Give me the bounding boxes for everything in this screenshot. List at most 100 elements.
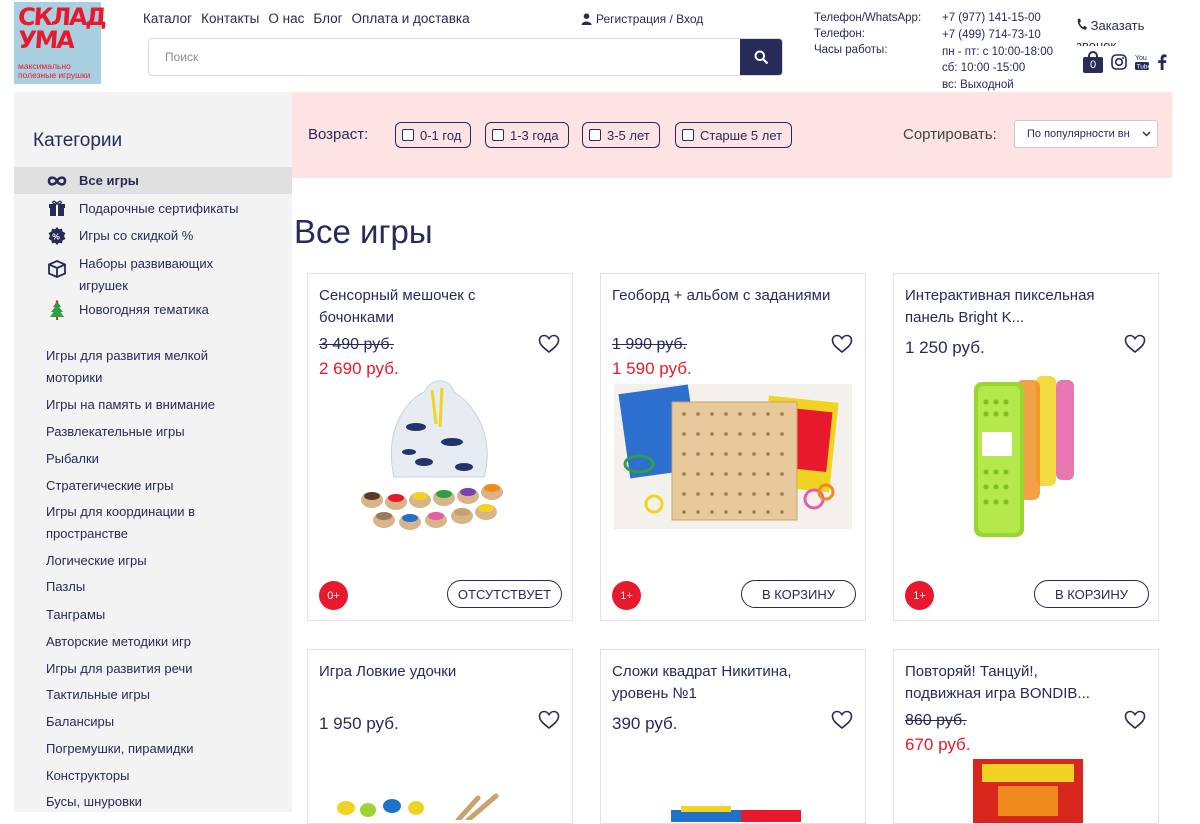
age-filter-5-plus[interactable]: Старше 5 лет — [675, 122, 793, 148]
heart-icon[interactable] — [538, 334, 560, 354]
auth-link[interactable]: Регистрация / Вход — [581, 12, 703, 26]
heart-icon[interactable] — [1124, 334, 1146, 354]
checkbox[interactable] — [682, 129, 694, 141]
sidebar-item-tangrams[interactable]: Танграмы — [46, 604, 266, 626]
sidebar-item-entertainment[interactable]: Развлекательные игры — [46, 421, 266, 443]
nav-link-contacts[interactable]: Контакты — [201, 11, 259, 26]
product-image[interactable] — [968, 754, 1088, 823]
product-card[interactable]: Сенсорный мешочек с бочонками 3 490 руб.… — [307, 273, 573, 621]
product-card[interactable]: Геоборд + альбом с заданиями 1 990 руб. … — [600, 273, 866, 621]
age-filter-0-1[interactable]: 0-1 год — [395, 122, 472, 148]
sidebar-item-logic[interactable]: Логические игры — [46, 550, 266, 572]
age-filter-3-5[interactable]: 3-5 лет — [582, 122, 660, 148]
age-filter-label-text: 0-1 год — [420, 127, 462, 143]
heart-icon[interactable] — [538, 710, 560, 730]
age-filter-label-text: Старше 5 лет — [700, 127, 783, 143]
sidebar-item-balancers[interactable]: Балансиры — [46, 711, 266, 733]
svg-text:You: You — [1135, 55, 1147, 62]
sidebar-item-coordination[interactable]: Игры для координации в пространстве — [46, 501, 266, 545]
search-button[interactable] — [740, 39, 782, 75]
product-title[interactable]: Сложи квадрат Никитина, уровень №1 — [612, 661, 824, 705]
sort-select[interactable]: По популярности вн — [1014, 120, 1158, 148]
sidebar-item-beads[interactable]: Бусы, шнуровки — [46, 791, 266, 813]
svg-text:Tube: Tube — [1137, 64, 1150, 71]
header-icons: 0 You Tube — [1083, 51, 1167, 73]
nav-link-catalog[interactable]: Каталог — [143, 11, 192, 26]
heart-icon[interactable] — [831, 710, 853, 730]
nav-link-about[interactable]: О нас — [268, 11, 304, 26]
sidebar-item-gift-cards[interactable]: Подарочные сертификаты — [14, 195, 292, 222]
sale-price: 1 590 руб. — [612, 359, 692, 378]
product-image[interactable] — [661, 802, 811, 822]
product-image[interactable] — [614, 384, 852, 529]
gift-icon — [47, 199, 67, 219]
add-to-cart-button[interactable]: В КОРЗИНУ — [741, 580, 856, 608]
heart-icon[interactable] — [831, 334, 853, 354]
discount-badge-icon: % — [47, 226, 67, 246]
chevron-down-icon — [1139, 121, 1153, 147]
product-card[interactable]: Повторяй! Танцуй!, подвижная игра BONDIB… — [893, 649, 1159, 824]
product-title[interactable]: Интерактивная пиксельная панель Bright K… — [905, 285, 1117, 329]
age-filter-1-3[interactable]: 1-3 года — [485, 122, 569, 148]
checkbox[interactable] — [492, 129, 504, 141]
product-card[interactable]: Интерактивная пиксельная панель Bright K… — [893, 273, 1159, 621]
hours-weekdays: пн - пт: с 10:00-18:00 — [942, 45, 1054, 58]
facebook-icon[interactable] — [1157, 54, 1167, 70]
callback-link[interactable]: Заказать звонок — [1076, 16, 1156, 46]
add-to-cart-button[interactable]: В КОРЗИНУ — [1034, 580, 1149, 608]
old-price: 3 490 руб. — [319, 336, 394, 353]
checkbox[interactable] — [589, 129, 601, 141]
sidebar-item-strategy[interactable]: Стратегические игры — [46, 475, 266, 497]
product-card[interactable]: Игра Ловкие удочки 1 950 руб. — [307, 649, 573, 824]
site-logo[interactable]: СКЛАД УМА максимально полезные игрушки — [14, 2, 106, 84]
cart-button[interactable]: 0 — [1083, 51, 1103, 73]
nav-link-blog[interactable]: Блог — [313, 11, 342, 26]
product-image[interactable] — [328, 790, 548, 820]
heart-icon[interactable] — [1124, 710, 1146, 730]
sidebar-item-rattles[interactable]: Погремушки, пирамидки — [46, 738, 266, 760]
sidebar-item-constructors[interactable]: Конструкторы — [46, 765, 266, 787]
category-sidebar: Категории Все игры Подарочные сертификат… — [14, 92, 292, 812]
price: 1 250 руб. — [905, 338, 985, 357]
sidebar-item-speech[interactable]: Игры для развития речи — [46, 658, 266, 680]
sidebar-item-author-methods[interactable]: Авторские методики игр — [46, 631, 266, 653]
checkbox[interactable] — [402, 129, 414, 141]
nav-link-delivery[interactable]: Оплата и доставка — [352, 11, 470, 26]
instagram-icon[interactable] — [1111, 54, 1127, 70]
product-title[interactable]: Повторяй! Танцуй!, подвижная игра BONDIB… — [905, 661, 1117, 705]
sidebar-item-fishing[interactable]: Рыбалки — [46, 448, 266, 470]
cart-count: 0 — [1083, 57, 1103, 73]
sidebar-item-motor-skills[interactable]: Игры для развития мелкой моторики — [46, 345, 266, 389]
old-price: 860 руб. — [905, 712, 967, 729]
age-badge: 1+ — [905, 581, 934, 610]
age-filter-label-text: 1-3 года — [510, 127, 559, 143]
box-icon — [47, 259, 67, 279]
youtube-icon[interactable]: You Tube — [1135, 53, 1149, 71]
sidebar-item-all-games[interactable]: Все игры — [14, 167, 292, 194]
sidebar-item-memory[interactable]: Игры на память и внимание — [46, 394, 266, 416]
sidebar-item-tactile[interactable]: Тактильные игры — [46, 684, 266, 706]
contact-phone-whatsapp[interactable]: +7 (977) 141-15-00 — [942, 10, 1053, 27]
price: 1 950 руб. — [319, 714, 399, 733]
product-image[interactable] — [964, 372, 1094, 542]
sidebar-item-kits[interactable]: Наборы развивающих игрушек — [14, 250, 292, 294]
age-badge: 0+ — [319, 581, 348, 610]
hours-saturday: сб: 10:00 -15:00 — [942, 62, 1026, 75]
sidebar-item-label: Игры со скидкой % — [79, 228, 194, 243]
sort-value: По популярности вн — [1027, 128, 1130, 140]
product-title[interactable]: Геоборд + альбом с заданиями — [612, 285, 852, 307]
sidebar-title: Категории — [33, 130, 123, 151]
sidebar-item-discount[interactable]: % Игры со скидкой % — [14, 222, 292, 249]
sidebar-item-label: Новогодняя тематика — [79, 302, 209, 317]
product-image[interactable] — [354, 372, 526, 542]
contact-phone[interactable]: +7 (499) 714-73-10 — [942, 27, 1053, 44]
sidebar-item-new-year[interactable]: Новогодняя тематика — [14, 296, 292, 323]
product-title[interactable]: Игра Ловкие удочки — [319, 661, 531, 683]
product-card[interactable]: Сложи квадрат Никитина, уровень №1 390 р… — [600, 649, 866, 824]
sort-label: Сортировать: — [903, 126, 997, 143]
out-of-stock-button[interactable]: ОТСУТСТВУЕТ — [447, 580, 562, 608]
sidebar-item-puzzles[interactable]: Пазлы — [46, 576, 266, 598]
product-title[interactable]: Сенсорный мешочек с бочонками — [319, 285, 531, 329]
logo-tagline: максимально полезные игрушки — [18, 61, 91, 80]
search-input[interactable] — [149, 39, 739, 75]
